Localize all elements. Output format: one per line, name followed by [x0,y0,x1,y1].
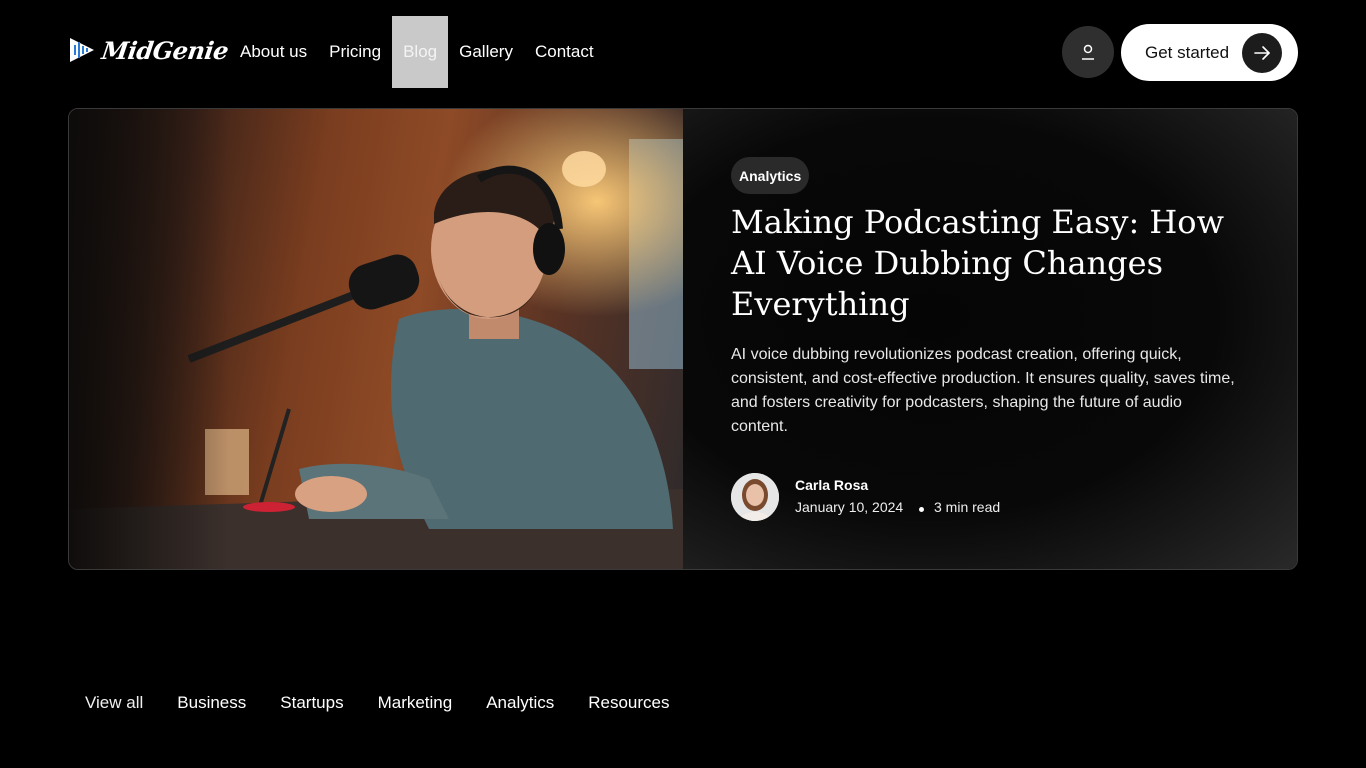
arrow-right-icon [1242,33,1282,73]
filter-marketing[interactable]: Marketing [361,693,470,713]
avatar [731,473,779,521]
nav-item-blog[interactable]: Blog [392,16,449,88]
filter-resources[interactable]: Resources [571,693,686,713]
get-started-button[interactable]: Get started [1121,24,1298,81]
separator-dot [919,507,924,512]
category-badge[interactable]: Analytics [731,157,810,194]
site-header: MidGenie About us Pricing Blog Gallery C… [0,0,1366,104]
featured-post-image [69,109,683,569]
nav-item-pricing[interactable]: Pricing [318,16,392,88]
read-time: 3 min read [934,499,1001,515]
filter-startups[interactable]: Startups [263,693,360,713]
nav-item-gallery[interactable]: Gallery [448,16,524,88]
post-date: January 10, 2024 [795,499,904,515]
post-title[interactable]: Making Podcasting Easy: How AI Voice Dub… [731,202,1251,325]
nav-item-about-us[interactable]: About us [229,16,318,88]
filter-analytics[interactable]: Analytics [469,693,571,713]
post-excerpt: AI voice dubbing revolutionizes podcast … [731,346,1235,435]
category-filter-bar: View all Business Startups Marketing Ana… [68,684,687,722]
featured-post-card[interactable]: Analytics Making Podcasting Easy: How AI… [68,108,1298,570]
user-icon [1082,44,1094,60]
filter-view-all[interactable]: View all [68,693,160,713]
account-button[interactable] [1062,26,1114,78]
get-started-label: Get started [1145,42,1230,62]
brand-name: MidGenie [99,35,231,65]
brand-logo[interactable]: MidGenie [68,34,231,66]
main-nav: About us Pricing Blog Gallery Contact [229,16,605,88]
nav-item-contact[interactable]: Contact [524,16,605,88]
author-name[interactable]: Carla Rosa [795,477,868,493]
filter-business[interactable]: Business [160,693,263,713]
sound-wave-logo-icon [70,38,94,62]
